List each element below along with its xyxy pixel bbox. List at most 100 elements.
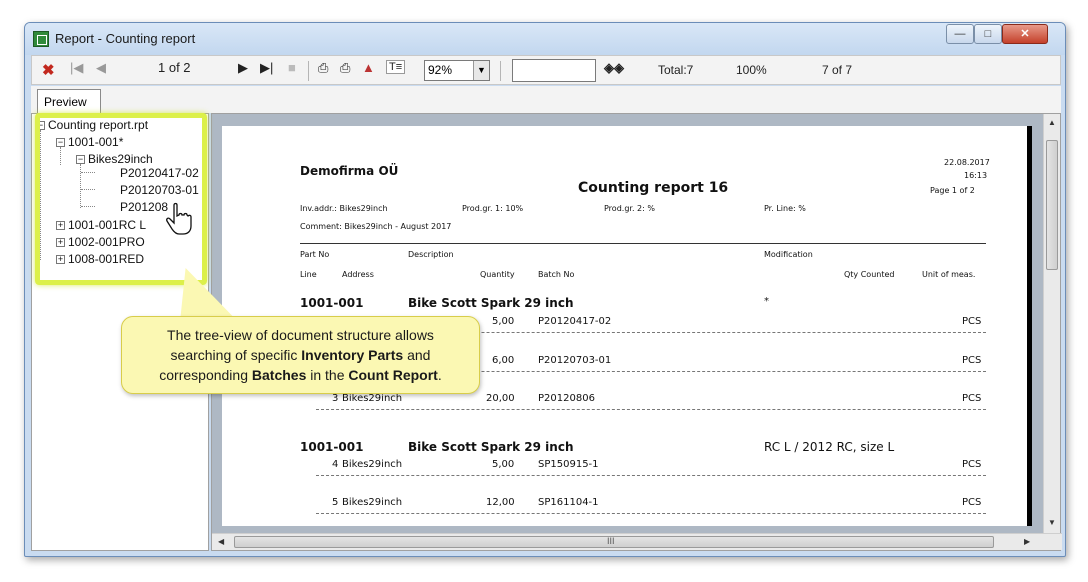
row-line: 3: [332, 393, 339, 404]
tab-strip: Preview: [31, 86, 1061, 113]
group-tree-icon[interactable]: T≡: [386, 60, 406, 74]
col-line: Line: [300, 270, 317, 279]
maximize-button[interactable]: □: [974, 24, 1002, 44]
search-input[interactable]: [512, 59, 596, 82]
row-address: Bikes29inch: [342, 459, 403, 470]
row-line: 4: [332, 459, 339, 470]
minimize-button[interactable]: —: [946, 24, 974, 44]
col-batch-no: Batch No: [538, 270, 575, 279]
row-unit: PCS: [962, 355, 982, 366]
callout-line: The tree-view of document structure allo…: [167, 327, 434, 343]
row-quantity: 12,00: [486, 497, 515, 508]
close-report-icon[interactable]: ✖: [42, 61, 55, 79]
vertical-scrollbar[interactable]: ▲ ▼: [1043, 114, 1060, 534]
scroll-down-icon[interactable]: ▼: [1048, 518, 1056, 527]
col-address: Address: [342, 270, 374, 279]
export-icon[interactable]: ▲: [362, 60, 375, 75]
callout-text: .: [437, 367, 442, 383]
callout-line: corresponding Batches in the Count Repor…: [122, 365, 479, 385]
col-description: Description: [408, 250, 454, 259]
zoom-value: 92%: [428, 63, 453, 77]
callout-bold: Count Report: [348, 367, 438, 383]
window-title: Report - Counting report: [55, 31, 196, 46]
row-quantity: 5,00: [492, 459, 515, 470]
row-batch: SP150915-1: [538, 459, 599, 470]
col-unit: Unit of meas.: [922, 270, 976, 279]
row-address: Bikes29inch: [342, 393, 403, 404]
binoculars-search-icon[interactable]: ◈◈: [604, 60, 624, 76]
callout-bold: Batches: [251, 367, 307, 383]
scroll-grip: III: [607, 536, 615, 546]
callout-text: in the: [306, 367, 349, 383]
row-address: Bikes29inch: [342, 497, 403, 508]
row-quantity: 20,00: [486, 393, 515, 404]
group-description: Bike Scott Spark 29 inch: [408, 440, 574, 454]
row-quantity: 6,00: [492, 355, 515, 366]
row-separator: [316, 513, 986, 514]
print-icon[interactable]: ⎙: [318, 60, 328, 76]
comment: Comment: Bikes29inch - August 2017: [300, 222, 452, 231]
records-count: 7 of 7: [822, 63, 853, 77]
page-indicator: 1 of 2: [158, 60, 191, 75]
vertical-scroll-thumb[interactable]: [1046, 140, 1058, 270]
help-callout: The tree-view of document structure allo…: [121, 316, 480, 394]
callout-line: searching of specific Inventory Parts an…: [122, 345, 479, 365]
print-setup-icon[interactable]: ⎙: [340, 60, 350, 76]
tree-highlight-frame: [35, 113, 207, 285]
row-unit: PCS: [962, 393, 982, 404]
page-number: Page 1 of 2: [930, 186, 975, 195]
report-time: 16:13: [964, 171, 988, 180]
callout-text: corresponding: [159, 367, 252, 383]
row-batch: P20120417-02: [538, 316, 612, 327]
toolbar-separator: [500, 61, 501, 81]
callout-pointer: [171, 268, 235, 318]
toolbar-separator: [308, 61, 309, 81]
prod-gr2: Prod.gr. 2: %: [604, 204, 655, 213]
group-modification: *: [764, 296, 769, 307]
prev-page-icon[interactable]: ◀: [96, 60, 106, 76]
first-page-icon[interactable]: |◀: [70, 60, 83, 76]
horizontal-scrollbar[interactable]: ◀ III ▶: [212, 533, 1062, 550]
scroll-left-icon[interactable]: ◀: [218, 537, 224, 546]
callout-text: and: [403, 347, 431, 363]
report-title: Counting report 16: [578, 180, 729, 196]
app-icon: [33, 31, 49, 47]
close-window-button[interactable]: ✕: [1002, 24, 1048, 44]
group-part-no: 1001-001: [300, 440, 364, 454]
tab-preview[interactable]: Preview: [37, 89, 101, 113]
callout-text: searching of specific: [170, 347, 302, 363]
header-rule: [300, 243, 986, 244]
total-records: Total:7: [658, 63, 694, 77]
prod-gr1: Prod.gr. 1: 10%: [462, 204, 524, 213]
row-quantity: 5,00: [492, 316, 515, 327]
horizontal-scroll-thumb[interactable]: III: [234, 536, 994, 548]
last-page-icon[interactable]: ▶|: [260, 60, 273, 76]
inv-addr: Inv.addr.: Bikes29inch: [300, 204, 388, 213]
report-date: 22.08.2017: [944, 158, 990, 167]
group-modification: RC L / 2012 RC, size L: [764, 440, 895, 454]
col-modification: Modification: [764, 250, 813, 259]
col-qty-counted: Qty Counted: [844, 270, 895, 279]
title-bar: Report - Counting report — □ ✕: [25, 23, 1065, 55]
company-name: Demofirma OÜ: [300, 164, 399, 178]
row-line: 5: [332, 497, 339, 508]
zoom-select[interactable]: 92% ▼: [424, 60, 490, 81]
percent-read: 100%: [736, 63, 767, 77]
row-unit: PCS: [962, 316, 982, 327]
chevron-down-icon[interactable]: ▼: [473, 61, 489, 80]
report-toolbar: ✖ |◀ ◀ 1 of 2 ▶ ▶| ■ ⎙ ⎙ ▲ T≡ 92% ▼ ◈◈ T…: [31, 55, 1061, 85]
row-separator: [316, 409, 986, 410]
group-part-no: 1001-001: [300, 296, 364, 310]
row-unit: PCS: [962, 459, 982, 470]
pr-line: Pr. Line: %: [764, 204, 806, 213]
row-batch: SP161104-1: [538, 497, 599, 508]
stop-icon[interactable]: ■: [288, 60, 296, 75]
next-page-icon[interactable]: ▶: [238, 60, 248, 76]
row-separator: [316, 475, 986, 476]
col-part-no: Part No: [300, 250, 330, 259]
scroll-up-icon[interactable]: ▲: [1048, 118, 1056, 127]
scroll-right-icon[interactable]: ▶: [1024, 537, 1030, 546]
callout-bold: Inventory Parts: [301, 347, 404, 363]
row-unit: PCS: [962, 497, 982, 508]
row-batch: P20120703-01: [538, 355, 612, 366]
